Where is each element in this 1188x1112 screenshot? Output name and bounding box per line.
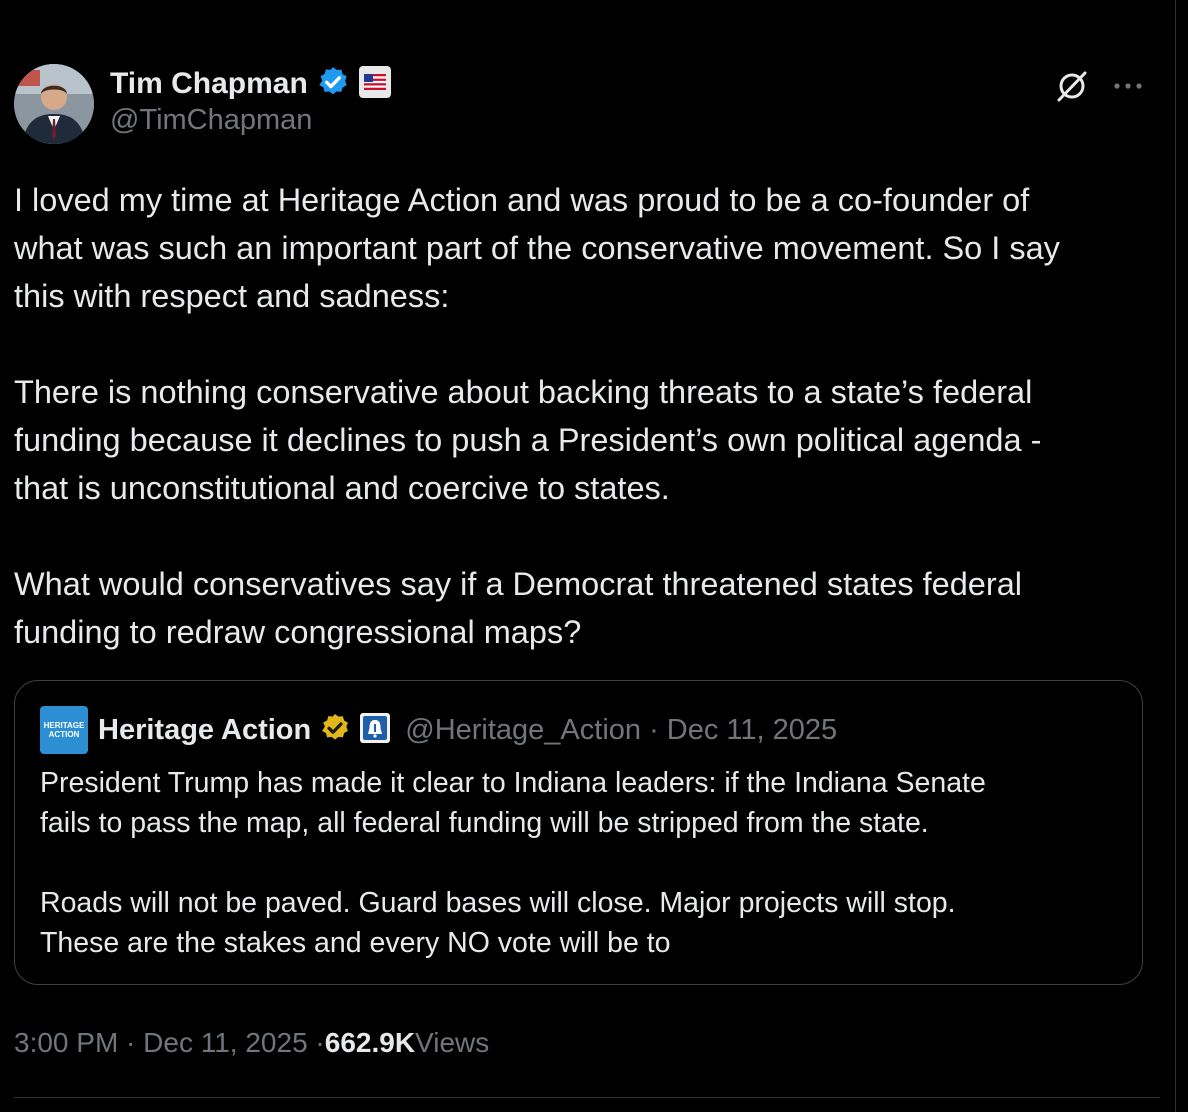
quoted-paragraph: President Trump has made it clear to Ind… — [40, 763, 1120, 843]
quoted-handle-date[interactable]: @Heritage_Action · Dec 11, 2025 — [405, 714, 837, 747]
verified-badge-icon[interactable] — [316, 65, 350, 104]
author-name[interactable]: Tim Chapman — [110, 67, 308, 101]
more-options-button[interactable] — [1108, 66, 1148, 106]
views-label: Views — [415, 1027, 490, 1058]
author-name-row[interactable]: Tim Chapman — [110, 64, 392, 104]
quoted-author-name[interactable]: Heritage Action — [98, 714, 311, 747]
grok-button[interactable] — [1052, 66, 1092, 106]
text-line: funding to redraw congressional maps? — [14, 614, 582, 650]
text-line: These are the stakes and every NO vote w… — [40, 927, 671, 959]
text-line: Roads will not be paved. Guard bases wil… — [40, 887, 956, 919]
text-line: that is unconstitutional and coercive to… — [14, 470, 670, 506]
liberty-bell-icon[interactable] — [359, 712, 391, 749]
quoted-tweet-card[interactable]: HERITAGE ACTION Heritage Action @Heritag… — [14, 680, 1143, 985]
quoted-paragraph: Roads will not be paved. Guard bases wil… — [40, 883, 1120, 963]
timestamp-link[interactable]: 3:00 PM · Dec 11, 2025 · — [14, 1027, 325, 1059]
text-line: what was such an important part of the c… — [14, 230, 1060, 266]
tweet-paragraph: There is nothing conservative about back… — [14, 368, 1164, 512]
tweet-paragraph: What would conservatives say if a Democr… — [14, 560, 1164, 656]
text-line: this with respect and sadness: — [14, 278, 450, 314]
tweet-paragraph: I loved my time at Heritage Action and w… — [14, 176, 1164, 320]
logo-text-line: ACTION — [48, 730, 80, 739]
text-line: President Trump has made it clear to Ind… — [40, 767, 986, 799]
quoted-tweet-header: HERITAGE ACTION Heritage Action @Heritag… — [40, 705, 837, 755]
author-avatar[interactable] — [14, 64, 94, 144]
divider — [14, 1097, 1160, 1098]
column-border — [1175, 0, 1176, 1112]
text-line: fails to pass the map, all federal fundi… — [40, 807, 929, 839]
logo-text-line: HERITAGE — [43, 721, 85, 730]
quoted-tweet-text: President Trump has made it clear to Ind… — [40, 763, 1120, 963]
tweet-meta: 3:00 PM · Dec 11, 2025 · 662.9K Views — [14, 1020, 489, 1066]
more-dots-icon — [1114, 83, 1142, 89]
us-flag-icon[interactable] — [358, 65, 392, 104]
text-line: funding because it declines to push a Pr… — [14, 422, 1042, 458]
text-line: There is nothing conservative about back… — [14, 374, 1033, 410]
text-line: I loved my time at Heritage Action and w… — [14, 182, 1030, 218]
heritage-action-logo[interactable]: HERITAGE ACTION — [40, 706, 88, 754]
author-handle[interactable]: @TimChapman — [110, 104, 312, 137]
text-line: What would conservatives say if a Democr… — [14, 566, 1022, 602]
avatar-image — [14, 64, 94, 144]
tweet-text: I loved my time at Heritage Action and w… — [14, 176, 1164, 656]
grok-icon — [1057, 71, 1087, 102]
gold-verified-badge-icon[interactable] — [319, 712, 351, 749]
views-count: 662.9K — [324, 1027, 416, 1058]
